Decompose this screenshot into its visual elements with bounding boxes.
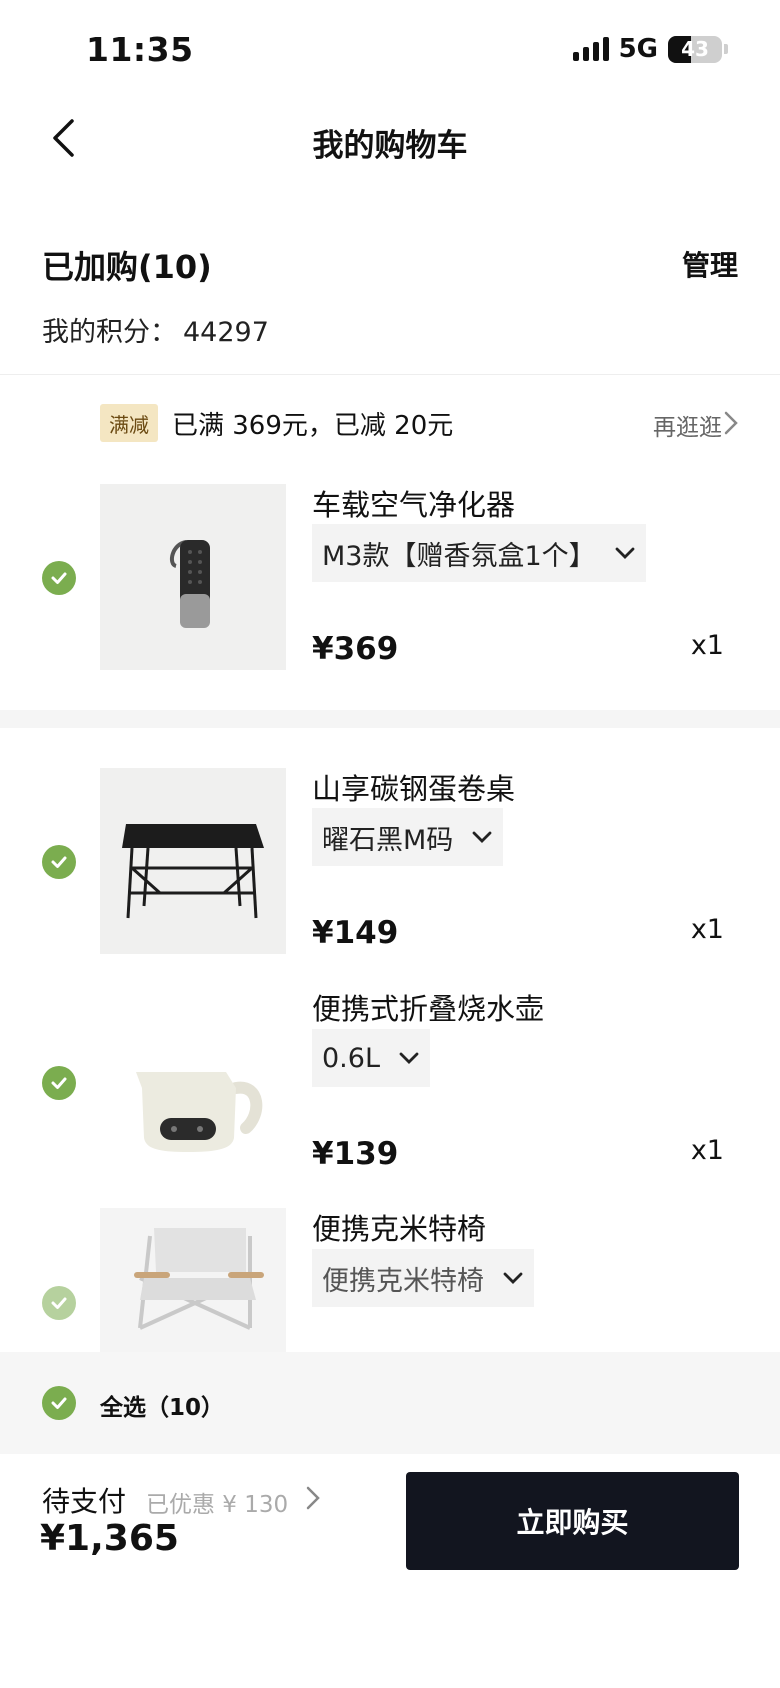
item-price: ¥369: [312, 631, 399, 667]
product-image[interactable]: [100, 484, 286, 670]
select-all-checkbox[interactable]: [42, 1386, 76, 1420]
variant-label: M3款【赠香氛盒1个】: [322, 540, 596, 572]
kettle-image: [136, 1072, 263, 1152]
variant-label: 0.6L: [322, 1042, 380, 1074]
divider: [0, 374, 780, 375]
check-icon: [51, 1077, 67, 1089]
item-price: ¥139: [312, 1136, 399, 1172]
points-value: 44297: [183, 317, 269, 348]
network-type: 5G: [618, 34, 658, 64]
chevron-right-icon[interactable]: [722, 409, 740, 437]
battery-level: 43: [681, 37, 709, 61]
item-checkbox[interactable]: [42, 1286, 76, 1320]
promo-text: 已满 369元，已减 20元: [172, 411, 454, 441]
check-icon: [51, 572, 67, 584]
pay-label: 待支付: [42, 1485, 127, 1518]
chevron-down-icon: [472, 831, 492, 843]
browse-more-link[interactable]: 再逛逛: [653, 408, 722, 442]
folding-chair-image: [134, 1228, 264, 1330]
variant-label: 曜石黑M码: [322, 824, 454, 856]
manage-button[interactable]: 管理: [682, 244, 738, 284]
item-price: ¥149: [312, 915, 399, 951]
battery-tip: [724, 44, 728, 54]
item-quantity[interactable]: x1: [691, 914, 724, 945]
battery-icon: 43: [668, 35, 722, 63]
total-amount: ¥1,365: [40, 1518, 179, 1559]
item-quantity[interactable]: x1: [691, 1135, 724, 1166]
product-image[interactable]: [100, 1208, 286, 1352]
signal-icon: [572, 37, 609, 61]
buy-now-button[interactable]: 立即购买: [406, 1472, 739, 1570]
group-separator: [0, 710, 780, 728]
air-purifier-image: [169, 540, 210, 628]
check-icon: [51, 1297, 67, 1309]
variant-label: 便携克米特椅: [322, 1265, 484, 1297]
item-name[interactable]: 车载空气净化器: [312, 482, 515, 524]
status-time: 11:35: [86, 30, 194, 69]
item-checkbox[interactable]: [42, 1066, 76, 1100]
select-all-label[interactable]: 全选（10）: [100, 1388, 224, 1422]
chevron-down-icon: [503, 1272, 523, 1284]
points-label: 我的积分：: [42, 317, 177, 348]
item-checkbox[interactable]: [42, 561, 76, 595]
page-title: 我的购物车: [312, 128, 468, 164]
variant-selector[interactable]: M3款【赠香氛盒1个】: [312, 524, 646, 582]
chevron-down-icon: [615, 547, 635, 559]
item-checkbox[interactable]: [42, 845, 76, 879]
chevron-down-icon: [399, 1052, 419, 1064]
camping-table-image: [122, 824, 264, 919]
variant-selector[interactable]: 曜石黑M码: [312, 808, 504, 866]
points-row: 我的积分： 44297: [42, 310, 269, 349]
item-name[interactable]: 山享碳钢蛋卷桌: [312, 766, 515, 808]
variant-selector[interactable]: 0.6L: [312, 1029, 430, 1087]
check-icon: [51, 1397, 67, 1409]
status-indicators: 5G 43: [572, 34, 728, 64]
chevron-right-icon[interactable]: [304, 1484, 322, 1512]
item-name[interactable]: 便携克米特椅: [312, 1206, 486, 1248]
discount-detail-link[interactable]: 已优惠 ¥ 130: [146, 1485, 288, 1519]
variant-selector[interactable]: 便携克米特椅: [312, 1249, 534, 1307]
check-icon: [51, 856, 67, 868]
product-image[interactable]: [100, 768, 286, 954]
promo-tag: 满减: [100, 404, 158, 442]
product-image[interactable]: [100, 988, 286, 1174]
item-quantity[interactable]: x1: [691, 630, 724, 661]
item-name[interactable]: 便携式折叠烧水壶: [312, 986, 544, 1028]
added-count: 已加购(10): [42, 248, 212, 286]
